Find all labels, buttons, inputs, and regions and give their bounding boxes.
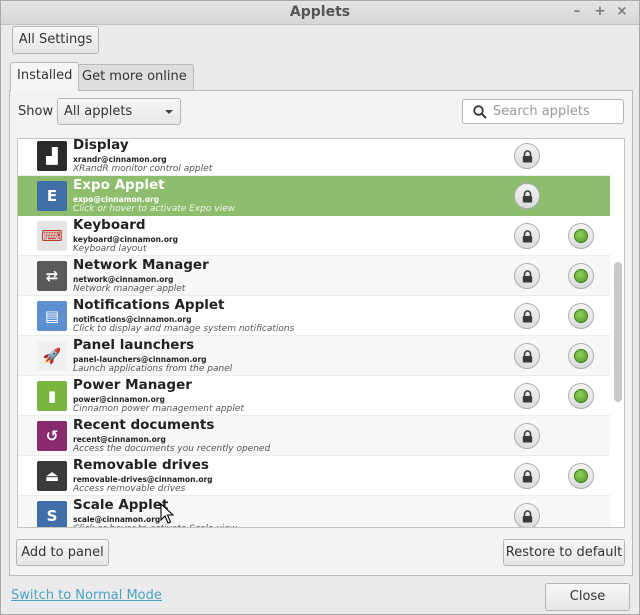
applet-description: Access removable drives [73,484,186,494]
applet-uuid: network@cinnamon.org [73,275,174,284]
applet-uuid: removable-drives@cinnamon.org [73,475,213,484]
lock-icon[interactable] [514,343,540,369]
applet-rows: ▟ Display xrandr@cinnamon.org XRandR monito… [18,138,610,527]
applet-uuid: xrandr@cinnamon.org [73,155,167,164]
applet-name: Network Manager [73,257,209,273]
applets-window: Applets – + × All Settings Installed Get… [0,0,640,615]
applet-description: Click or hover to activate Scale view [73,524,237,527]
applet-description: Click to display and manage system notif… [73,324,295,334]
applet-row[interactable]: ▤ Notifications Applet notifications@cinna… [18,296,610,336]
expo-icon: E [37,181,67,211]
applet-name: Expo Applet [73,177,165,193]
applet-row[interactable]: ▮ Power Manager power@cinnamon.org Cinnamon… [18,376,610,416]
lock-icon[interactable] [514,263,540,289]
applet-name: Panel launchers [73,337,195,353]
network-icon: ⇄ [37,261,67,291]
eject-icon: ⏏ [37,461,67,491]
rocket-icon: 🚀 [37,341,67,371]
scale-icon: S [37,501,67,527]
applet-description: Click or hover to activate Expo view [73,204,235,214]
applet-filter-dropdown[interactable]: All applets [57,98,181,125]
applet-name: Recent documents [73,417,215,433]
applet-row[interactable]: ⌨ Keyboard keyboard@cinnamon.org Keyboard l… [18,216,610,256]
applet-name: Display [73,138,129,153]
applet-row[interactable]: E Expo Applet expo@cinnamon.org Click or ho… [18,176,610,216]
switch-mode-link[interactable]: Switch to Normal Mode [11,588,162,603]
close-window-icon[interactable]: × [614,4,630,20]
applet-row[interactable]: ⏏ Removable drives removable-drives@cinnam… [18,456,610,496]
add-to-panel-button[interactable]: Add to panel [16,539,109,566]
window-title: Applets [289,4,351,20]
lock-icon[interactable] [514,183,540,209]
enabled-status-icon[interactable] [568,303,594,329]
scrollbar-thumb[interactable] [614,262,622,402]
applet-uuid: panel-launchers@cinnamon.org [73,355,207,364]
applet-list: ▟ Display xrandr@cinnamon.org XRandR monito… [17,138,625,528]
applet-name: Keyboard [73,217,146,233]
applet-uuid: keyboard@cinnamon.org [73,235,179,244]
applet-row[interactable]: S Scale Applet scale@cinnamon.orgClick or … [18,496,610,527]
applet-name: Power Manager [73,377,192,393]
dropdown-value: All applets [64,104,133,119]
show-label: Show [18,104,54,119]
restore-default-button[interactable]: Restore to default [503,539,625,566]
tab-get-more-online[interactable]: Get more online [75,64,194,90]
display-icon: ▟ [37,141,67,171]
lock-icon[interactable] [514,303,540,329]
enabled-status-icon[interactable] [568,383,594,409]
lock-icon[interactable] [514,223,540,249]
applet-row[interactable]: ▟ Display xrandr@cinnamon.org XRandR monito… [18,138,610,176]
scrollbar[interactable] [611,139,624,527]
enabled-status-icon[interactable] [568,463,594,489]
applet-description: Network manager applet [73,284,186,294]
mouse-cursor-icon [160,503,174,524]
tab-installed[interactable]: Installed [10,62,80,91]
enabled-status-icon[interactable] [568,343,594,369]
enabled-status-icon[interactable] [568,263,594,289]
keyboard-icon: ⌨ [37,221,67,251]
battery-icon: ▮ [37,381,67,411]
applet-description: Keyboard layout [73,244,147,254]
search-icon [473,105,487,119]
enabled-status-icon[interactable] [568,223,594,249]
recent-icon: ↺ [37,421,67,451]
notifications-icon: ▤ [37,301,67,331]
lock-icon[interactable] [514,383,540,409]
applet-description: XRandR monitor control applet [73,164,213,174]
minimize-icon[interactable]: – [569,4,585,20]
applet-name: Scale Applet [73,497,169,513]
applet-uuid: notifications@cinnamon.org [73,315,192,324]
lock-icon[interactable] [514,503,540,527]
applet-row[interactable]: ⇄ Network Manager network@cinnamon.org Netw… [18,256,610,296]
search-field[interactable] [462,99,624,124]
applet-uuid: power@cinnamon.org [73,395,165,404]
maximize-icon[interactable]: + [592,4,608,20]
applet-uuid: expo@cinnamon.org [73,195,160,204]
lock-icon[interactable] [514,423,540,449]
applet-row[interactable]: 🚀 Panel launchers panel-launchers@cinnamon… [18,336,610,376]
title-bar[interactable]: Applets – + × [1,1,639,25]
chevron-down-icon [165,110,173,114]
applet-name: Removable drives [73,457,209,473]
applet-description: Access the documents you recently opened [73,444,271,454]
lock-icon[interactable] [514,463,540,489]
close-button[interactable]: Close [545,583,630,611]
applet-description: Cinnamon power management applet [73,404,244,414]
all-settings-button[interactable]: All Settings [12,26,99,54]
applet-description: Launch applications from the panel [73,364,233,374]
search-input[interactable] [493,102,619,121]
applet-name: Notifications Applet [73,297,225,313]
applet-row[interactable]: ↺ Recent documents recent@cinnamon.org Acce… [18,416,610,456]
lock-icon[interactable] [514,143,540,169]
applet-uuid: recent@cinnamon.org [73,435,166,444]
applet-uuid: scale@cinnamon.org [73,515,161,524]
